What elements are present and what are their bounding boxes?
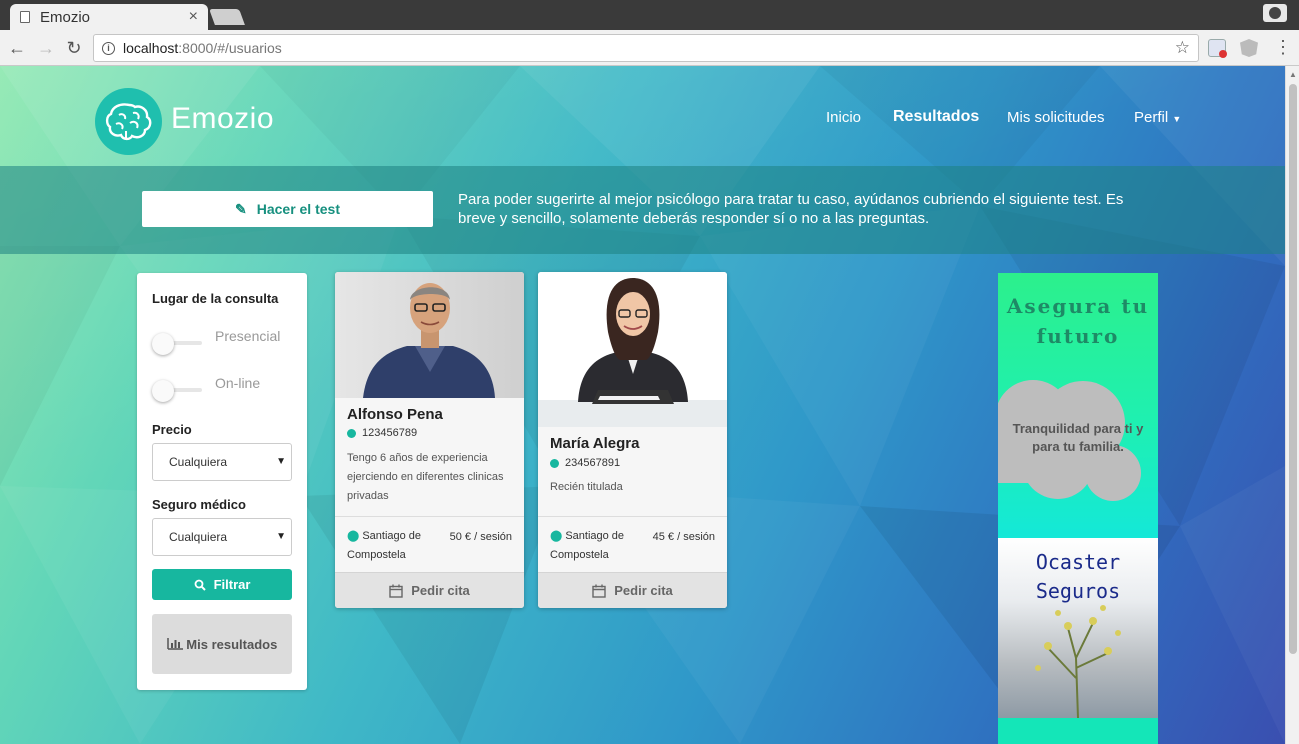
psychologist-price: 50 € / sesión xyxy=(449,531,512,543)
search-icon xyxy=(194,579,206,591)
select-caret-icon: ▼ xyxy=(276,456,286,467)
psychologist-code-value: 234567891 xyxy=(565,457,621,469)
ad-brand: Ocaster Seguros xyxy=(1035,550,1121,603)
psychologist-price: 45 € / sesión xyxy=(652,531,715,543)
page-scrollbar[interactable]: ▲ xyxy=(1285,66,1299,744)
reload-icon[interactable]: ↻ xyxy=(63,37,85,59)
nav-mis-solicitudes[interactable]: Mis solicitudes xyxy=(1007,109,1105,126)
status-dot-icon xyxy=(347,428,356,438)
forward-icon[interactable]: → xyxy=(35,37,57,59)
online-toggle[interactable] xyxy=(152,380,202,402)
psychologist-code: 123456789 xyxy=(347,427,417,439)
request-appointment-button[interactable]: Pedir cita xyxy=(538,572,727,608)
nav-resultados[interactable]: Resultados xyxy=(893,108,979,126)
filter-button-label: Filtrar xyxy=(213,577,251,592)
psychologist-description: Tengo 6 años de experiencia ejerciendo e… xyxy=(347,452,504,502)
ad-title: Asegura tu futuro xyxy=(1006,294,1150,348)
test-banner: ✎ Hacer el test Para poder sugerirte al … xyxy=(0,166,1285,254)
bookmark-star-icon[interactable]: ☆ xyxy=(1175,38,1190,58)
scroll-thumb[interactable] xyxy=(1289,84,1297,654)
filter-button[interactable]: Filtrar xyxy=(152,569,292,600)
page-viewport: Emozio Inicio Resultados Mis solicitudes… xyxy=(0,66,1285,744)
take-test-label: Hacer el test xyxy=(256,201,340,217)
insurance-label: Seguro médico xyxy=(152,497,246,512)
card-divider xyxy=(538,516,727,517)
psychologist-code: 234567891 xyxy=(550,457,620,469)
nav-perfil[interactable]: Perfil ▼ xyxy=(1134,109,1181,126)
pencil-icon: ✎ xyxy=(234,200,247,217)
insurance-select[interactable]: Cualquiera ▼ xyxy=(152,518,292,556)
price-label: Precio xyxy=(152,422,192,437)
close-tab-icon[interactable]: × xyxy=(189,8,198,26)
site-brand[interactable]: Emozio xyxy=(171,102,274,136)
back-icon[interactable]: ← xyxy=(6,37,28,59)
presencial-toggle[interactable] xyxy=(152,333,202,355)
psychologist-photo xyxy=(335,272,524,398)
price-select[interactable]: Cualquiera ▼ xyxy=(152,443,292,481)
psychologist-photo xyxy=(538,272,727,427)
calendar-icon xyxy=(389,584,403,598)
map-pin-icon: ⬤ xyxy=(347,530,360,542)
angular-extension-icon[interactable] xyxy=(1240,39,1258,57)
browser-toolbar: ← → ↻ i localhost:8000/#/usuarios ☆ ⋮ xyxy=(0,30,1299,66)
psychologist-code-value: 123456789 xyxy=(362,427,418,439)
psychologist-description: Recién titulada xyxy=(550,481,623,493)
psychologist-card: Alfonso Pena 123456789 Tengo 6 años de e… xyxy=(335,272,524,608)
browser-tab[interactable]: Emozio × xyxy=(10,4,208,30)
address-bar[interactable]: i localhost:8000/#/usuarios ☆ xyxy=(93,34,1199,62)
page-icon xyxy=(20,11,30,23)
psychologist-name: María Alegra xyxy=(550,435,640,452)
price-select-value: Cualquiera xyxy=(169,455,228,469)
advertisement[interactable]: Asegura tu futuro Tranquilidad para ti y… xyxy=(998,273,1158,744)
location-label: Lugar de la consulta xyxy=(152,291,279,306)
new-tab-button[interactable] xyxy=(209,9,245,25)
online-label: On-line xyxy=(215,375,261,391)
info-icon[interactable]: i xyxy=(102,41,115,55)
presencial-label: Presencial xyxy=(215,328,281,344)
psychologist-name: Alfonso Pena xyxy=(347,406,443,423)
psychologist-location: ⬤ Santiago de Compostela xyxy=(550,527,640,565)
browser-menu-icon[interactable]: ⋮ xyxy=(1274,38,1292,56)
nav-inicio[interactable]: Inicio xyxy=(826,109,861,126)
insurance-select-value: Cualquiera xyxy=(169,530,228,544)
psychologist-location: ⬤ Santiago de Compostela xyxy=(347,527,437,565)
bar-chart-icon xyxy=(166,637,183,650)
take-test-button[interactable]: ✎ Hacer el test xyxy=(142,191,433,227)
psychologist-card: María Alegra 234567891 Recién titulada ⬤… xyxy=(538,272,727,608)
filter-panel: Lugar de la consulta Presencial On-line … xyxy=(137,273,307,690)
my-results-label: Mis resultados xyxy=(186,636,278,652)
request-appointment-label: Pedir cita xyxy=(411,583,470,598)
map-pin-icon: ⬤ xyxy=(550,530,563,542)
status-dot-icon xyxy=(550,458,559,468)
browser-tab-bar: Emozio × xyxy=(0,0,1299,30)
card-divider xyxy=(335,516,524,517)
ad-tagline: Tranquilidad para ti y para tu familia. xyxy=(1012,421,1144,454)
caret-down-icon: ▼ xyxy=(1172,114,1182,124)
nav-perfil-label: Perfil xyxy=(1134,109,1169,126)
url-path: :8000/#/usuarios xyxy=(178,40,282,56)
select-caret-icon: ▼ xyxy=(276,531,286,542)
profile-icon[interactable] xyxy=(1263,4,1287,22)
url-host: localhost xyxy=(123,40,179,56)
calendar-icon xyxy=(592,584,606,598)
banner-text: Para poder sugerirte al mejor psicólogo … xyxy=(458,191,1124,227)
request-appointment-label: Pedir cita xyxy=(614,583,673,598)
brain-logo-icon[interactable] xyxy=(95,88,162,155)
ad-top-panel: Asegura tu futuro Tranquilidad para ti y… xyxy=(998,273,1158,538)
ad-bottom-strip xyxy=(998,718,1158,744)
extension-icon[interactable] xyxy=(1208,39,1227,58)
tab-title: Emozio xyxy=(40,8,91,26)
scroll-up-icon[interactable]: ▲ xyxy=(1289,70,1297,79)
request-appointment-button[interactable]: Pedir cita xyxy=(335,572,524,608)
my-results-button[interactable]: Mis resultados xyxy=(152,614,292,674)
